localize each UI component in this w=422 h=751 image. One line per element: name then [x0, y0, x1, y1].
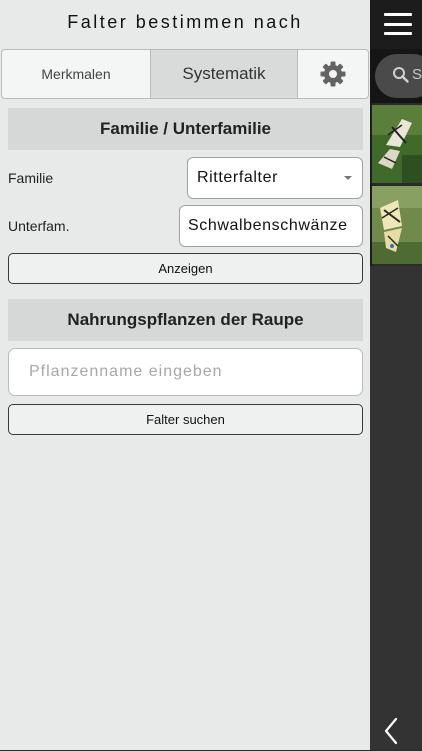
- dropdown-caret-icon: [344, 176, 352, 180]
- search-partial-text: S: [412, 66, 422, 83]
- anzeigen-button[interactable]: Anzeigen: [8, 253, 363, 284]
- falter-suchen-button[interactable]: Falter suchen: [8, 404, 363, 435]
- background-content-area: [370, 266, 422, 750]
- butterfly-thumbnail-1[interactable]: [372, 105, 422, 183]
- tab-systematik[interactable]: Systematik: [150, 50, 298, 98]
- panel-title: Falter bestimmen nach: [67, 12, 303, 32]
- unterfamilie-select[interactable]: Schwalbenschwänze: [179, 205, 363, 247]
- familie-select-value: Ritterfalter: [197, 169, 278, 186]
- tab-settings[interactable]: [298, 50, 368, 98]
- familie-select[interactable]: Ritterfalter: [187, 157, 363, 199]
- filter-panel: Falter bestimmen nach Merkmalen Systemat…: [0, 0, 370, 750]
- chevron-left-icon[interactable]: [382, 716, 400, 751]
- tab-merkmalen[interactable]: Merkmalen: [2, 50, 150, 98]
- unterfamilie-select-value: Schwalbenschwänze: [188, 217, 348, 234]
- section-header-familie: Familie / Unterfamilie: [8, 108, 363, 150]
- pflanzenname-input[interactable]: [8, 348, 363, 396]
- gear-icon: [319, 60, 347, 88]
- unterfamilie-label: Unterfam.: [8, 218, 70, 234]
- familie-label: Familie: [8, 170, 54, 186]
- search-icon: [392, 66, 410, 89]
- hamburger-menu-icon[interactable]: [384, 13, 412, 35]
- butterfly-thumbnail-2[interactable]: [372, 186, 422, 264]
- section-header-pflanzen: Nahrungspflanzen der Raupe: [8, 299, 363, 341]
- segmented-tabs: Merkmalen Systematik: [1, 49, 369, 99]
